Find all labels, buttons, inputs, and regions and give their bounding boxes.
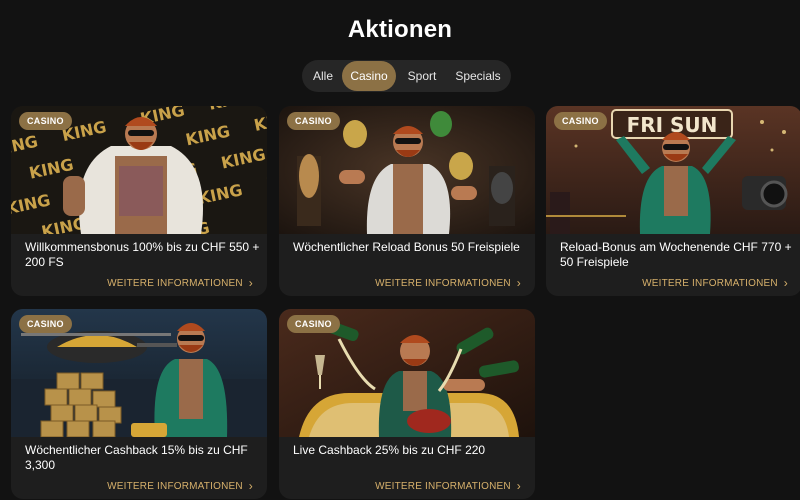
promo-title: Wöchentlicher Reload Bonus 50 Freispiele (293, 240, 520, 254)
more-info-link[interactable]: WEITERE INFORMATIONEN › (375, 276, 521, 290)
chevron-right-icon: › (516, 479, 521, 493)
more-info-label: WEITERE INFORMATIONEN (375, 277, 511, 289)
category-tabs: Alle Casino Sport Specials (302, 60, 511, 92)
tab-sport[interactable]: Sport (396, 61, 448, 91)
more-info-label: WEITERE INFORMATIONEN (375, 480, 511, 492)
more-info-link[interactable]: WEITERE INFORMATIONEN › (107, 276, 253, 290)
more-info-label: WEITERE INFORMATIONEN (642, 277, 778, 289)
promo-image: FRI SUN CASINO (546, 106, 800, 234)
casino-badge: CASINO (287, 112, 340, 130)
promo-image: CASINO (11, 309, 267, 437)
promo-image: CASINO (279, 106, 535, 234)
promo-image: CASINO (279, 309, 535, 437)
casino-badge: CASINO (287, 315, 340, 333)
page-title: Aktionen (347, 16, 453, 43)
more-info-link[interactable]: WEITERE INFORMATIONEN › (107, 479, 253, 493)
promo-title: Willkommensbonus 100% bis zu CHF 550 + 2… (25, 240, 260, 269)
chevron-right-icon: › (248, 479, 253, 493)
chevron-right-icon: › (783, 276, 788, 290)
chevron-right-icon: › (248, 276, 253, 290)
casino-badge: CASINO (554, 112, 607, 130)
tab-casino[interactable]: Casino (342, 61, 396, 91)
more-info-link[interactable]: WEITERE INFORMATIONEN › (642, 276, 788, 290)
promo-title: Reload-Bonus am Wochenende CHF 770 + 50 … (560, 240, 792, 269)
promo-card-live-cashback[interactable]: CASINO Live Cashback 25% bis zu CHF 220 … (279, 309, 535, 499)
more-info-label: WEITERE INFORMATIONEN (107, 277, 243, 289)
casino-badge: CASINO (19, 315, 72, 333)
promo-image: KING KING KING KING KING KING KING KING KING KI… (11, 106, 267, 234)
promo-card-welcome-bonus[interactable]: KING KING KING KING KING KING KING KING KING KI… (11, 106, 267, 296)
tab-all[interactable]: Alle (304, 61, 342, 91)
chevron-right-icon: › (516, 276, 521, 290)
promo-title: Wöchentlicher Cashback 15% bis zu CHF 3,… (25, 443, 248, 472)
casino-badge: CASINO (19, 112, 72, 130)
promo-title: Live Cashback 25% bis zu CHF 220 (293, 443, 486, 457)
more-info-label: WEITERE INFORMATIONEN (107, 480, 243, 492)
promo-card-weekend-reload[interactable]: FRI SUN CASINO Reload-Bonus am Wochenend… (546, 106, 800, 296)
promo-card-weekly-reload[interactable]: CASINO Wöchentlicher Reload Bonus 50 Fre… (279, 106, 535, 296)
more-info-link[interactable]: WEITERE INFORMATIONEN › (375, 479, 521, 493)
promo-card-weekly-cashback[interactable]: CASINO Wöchentlicher Cashback 15% bis zu… (11, 309, 267, 499)
tab-specials[interactable]: Specials (448, 61, 508, 91)
